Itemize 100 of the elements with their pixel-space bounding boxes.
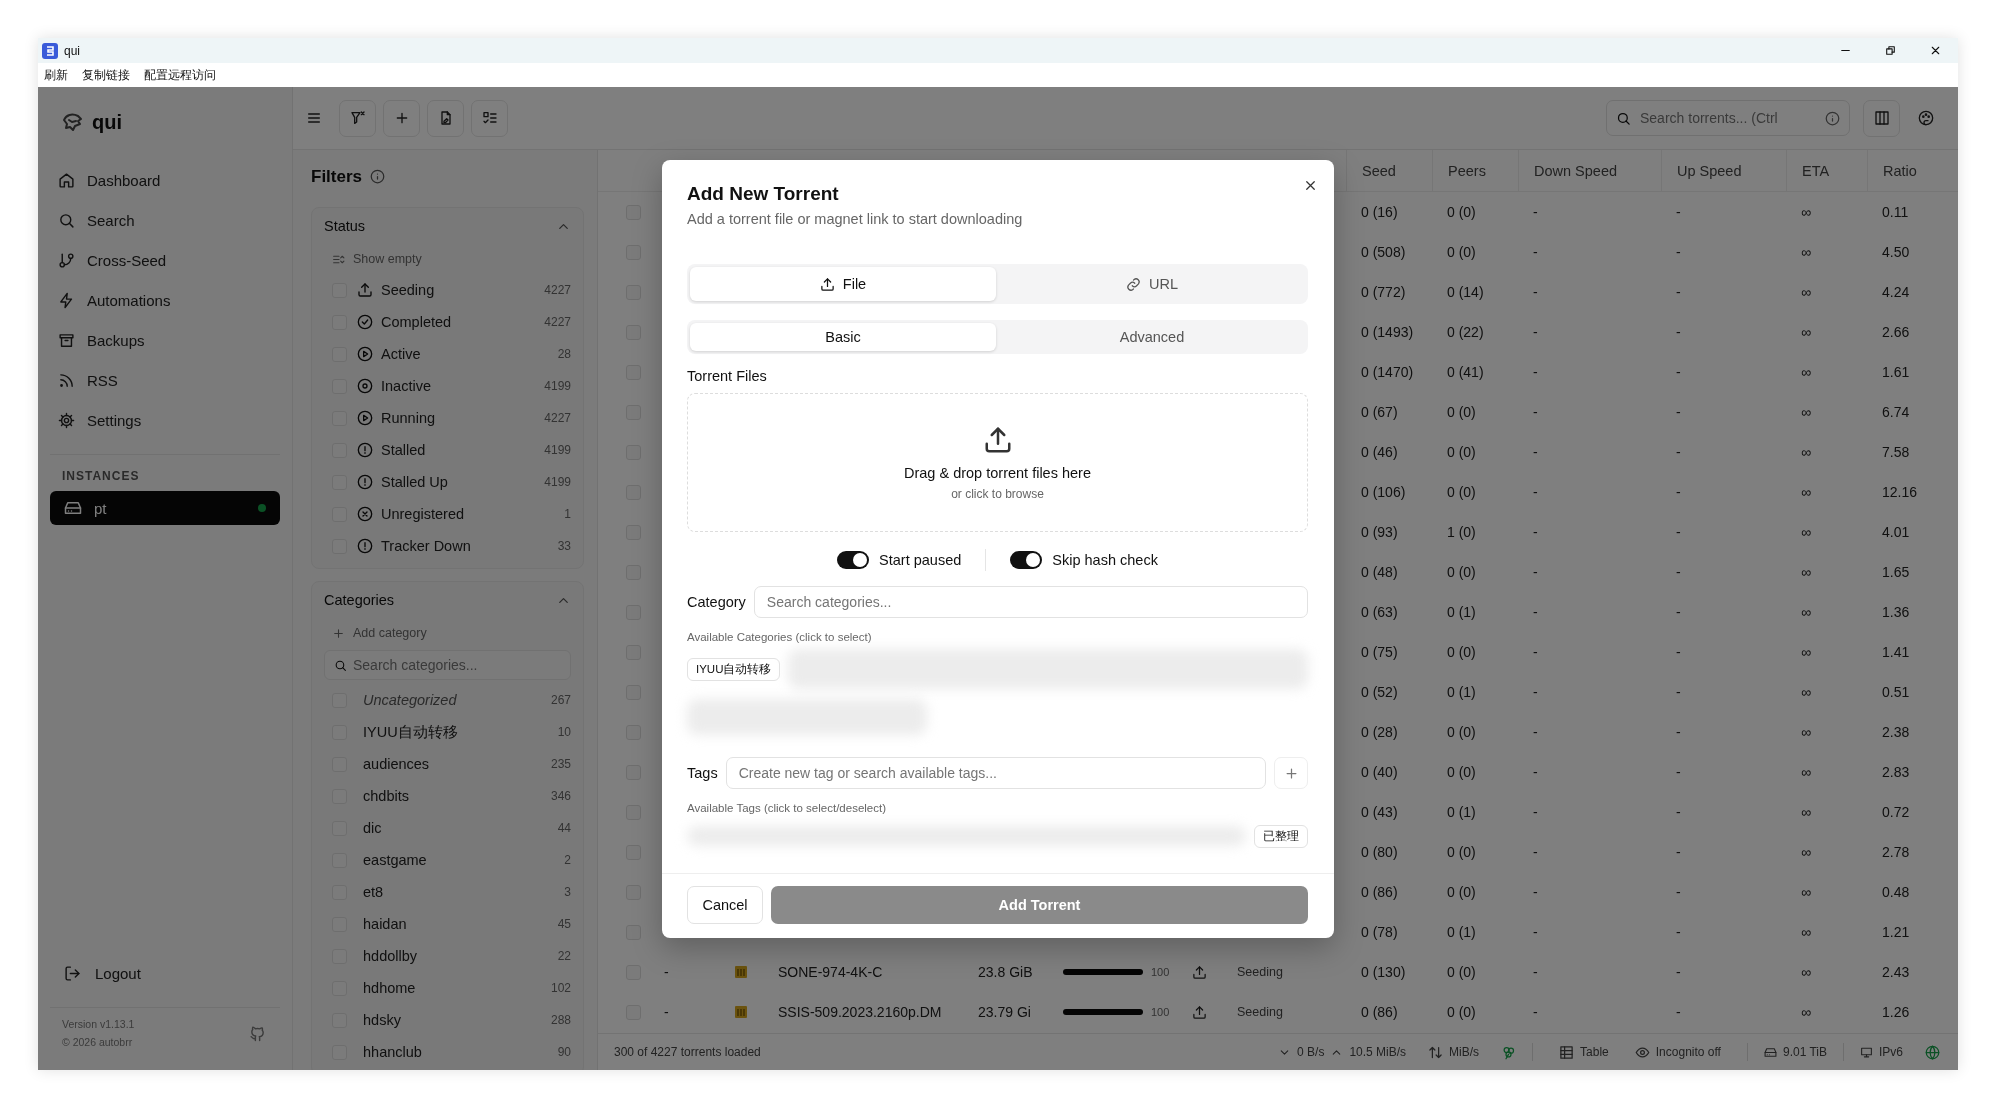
column-header[interactable]: ETA [1802, 162, 1830, 179]
category-search-field[interactable]: Search categories... [753, 586, 1308, 618]
restore-icon [1884, 44, 1897, 57]
upload-icon [357, 282, 373, 298]
table-cell: - [1533, 604, 1538, 620]
columns-button[interactable] [1863, 99, 1900, 137]
table-cell: 6.74 [1882, 404, 1910, 420]
hint-text: Available Tags (click to select/deselect) [687, 802, 887, 814]
filter-count: 102 [550, 981, 571, 995]
list-button[interactable] [471, 99, 508, 137]
toggle-switch[interactable] [837, 551, 870, 569]
table-cell: ∞ [1801, 1004, 1811, 1020]
filter-count: 90 [557, 1045, 571, 1059]
tag-search-field[interactable]: Create new tag or search available tags... [725, 757, 1266, 789]
nav-item[interactable]: Automations [50, 280, 280, 320]
table-cell: ∞ [1801, 764, 1811, 780]
add-button[interactable] [383, 99, 420, 137]
close-button[interactable] [1303, 178, 1318, 193]
table-cell: - [1676, 524, 1681, 540]
table-cell: 1.41 [1882, 644, 1910, 660]
table-cell: ∞ [1801, 964, 1811, 980]
nav-item[interactable]: Settings [50, 400, 280, 440]
filter-count: 4227 [544, 283, 571, 297]
filter-count: 4199 [544, 443, 571, 457]
table-cell: - [1533, 964, 1538, 980]
category-chip[interactable]: IYUU自动转移 [687, 657, 781, 681]
filter-label: chdbits [363, 788, 410, 804]
table-cell: 23.8 GiB [978, 964, 1033, 980]
nav-item[interactable]: Backups [50, 320, 280, 360]
toggle-switch[interactable] [1010, 551, 1043, 569]
add-tag-button[interactable] [1274, 757, 1308, 789]
add-category-link[interactable]: Add category [324, 618, 571, 648]
search-field[interactable]: Search torrents... (Ctrl [1606, 100, 1850, 136]
filter-label: hdhome [363, 980, 417, 996]
tab[interactable]: Advanced [999, 323, 1305, 351]
table-cell: 4.50 [1882, 244, 1910, 260]
filter-count: 235 [550, 757, 571, 771]
filter-label: hhanclub [363, 1044, 423, 1060]
nav-item[interactable]: Dashboard [50, 160, 280, 200]
table-cell: 0 (0) [1447, 484, 1476, 500]
nav-item[interactable]: RSS [50, 360, 280, 400]
menu-item[interactable]: 复制链接 [82, 66, 130, 84]
close-icon [1929, 44, 1942, 57]
tab[interactable]: Basic [690, 323, 996, 351]
download-speed: 0 B/s [1297, 1045, 1325, 1059]
incognito-button[interactable]: Incognito off [1634, 1044, 1721, 1060]
app-icon [42, 42, 58, 59]
show-empty-link[interactable]: Show empty [324, 244, 571, 274]
table-cell: - [1676, 964, 1681, 980]
table-cell: 0 (0) [1447, 404, 1476, 420]
filter-label: audiences [363, 756, 431, 772]
filter-count: 10 [557, 725, 571, 739]
filter-label: Inactive [381, 378, 432, 394]
table-cell: - [664, 964, 669, 980]
view-button[interactable]: Table [1559, 1044, 1609, 1060]
arrows-up-down-icon [1428, 1044, 1444, 1060]
table-cell: ∞ [1801, 324, 1811, 340]
table-cell: 23.79 Gi [978, 1004, 1031, 1020]
column-header[interactable]: Seed [1362, 162, 1396, 179]
source-tab[interactable]: URL [999, 267, 1305, 301]
clear-filters-button[interactable] [339, 99, 376, 137]
search-field[interactable]: Search categories... [324, 650, 571, 680]
table-cell: - [1533, 404, 1538, 420]
hint-text: Available Categories (click to select) [687, 631, 873, 643]
menu-item[interactable]: 配置远程访问 [144, 66, 216, 84]
column-header[interactable]: Down Speed [1534, 162, 1618, 179]
table-cell: ∞ [1801, 404, 1811, 420]
table-cell: - [1533, 724, 1538, 740]
table-cell: - [1676, 244, 1681, 260]
logout-link[interactable]: Logout [50, 953, 280, 993]
table-cell: - [1533, 204, 1538, 220]
table-cell: 0.72 [1882, 804, 1910, 820]
nav-item[interactable]: Search [50, 200, 280, 240]
column-header[interactable]: Ratio [1883, 162, 1917, 179]
menu-item[interactable]: 刷新 [44, 66, 68, 84]
column-header[interactable]: Up Speed [1677, 162, 1742, 179]
column-header[interactable]: Peers [1448, 162, 1486, 179]
disk-space: 9.01 TiB [1782, 1045, 1827, 1059]
filter-count: 267 [550, 693, 571, 707]
search-icon [58, 211, 75, 229]
table-cell: 0 (772) [1361, 284, 1406, 300]
table-cell: 0 (80) [1361, 844, 1398, 860]
cancel-button[interactable]: Cancel [687, 886, 763, 924]
edit-file-button[interactable] [427, 99, 464, 137]
drop-zone[interactable]: Drag & drop torrent files here or click to browse [687, 393, 1308, 532]
filter-label: Seeding [381, 282, 436, 298]
tag-chip[interactable]: 已整理 [1254, 824, 1308, 848]
filter-count: 22 [557, 949, 571, 963]
table-cell: 2.66 [1882, 324, 1910, 340]
filter-count: 4199 [544, 379, 571, 393]
eye-icon [1634, 1044, 1650, 1060]
instance-item[interactable]: pt [50, 491, 280, 525]
progress-text: 100 [1151, 1006, 1170, 1018]
filter-count: 1 [564, 507, 571, 521]
filter-label: Running [381, 410, 436, 426]
source-tab[interactable]: File [690, 267, 996, 301]
table-cell: ∞ [1801, 444, 1811, 460]
nav-item[interactable]: Cross-Seed [50, 240, 280, 280]
checklist-icon [481, 110, 498, 126]
table-cell: - [1533, 684, 1538, 700]
